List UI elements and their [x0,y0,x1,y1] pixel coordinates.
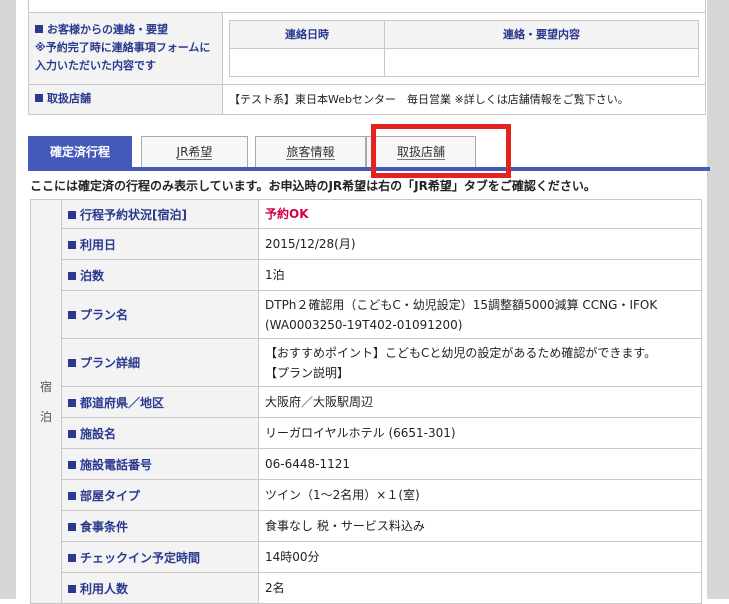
tab-traveler-info[interactable]: 旅客情報 [255,136,366,168]
right-gutter [707,0,729,599]
tab-confirmed-itinerary[interactable]: 確定済行程 [28,136,132,168]
facility-name: リーガロイヤルホテル (6651-301) [258,417,702,449]
detail-label: 利用日 [61,228,259,260]
contact-table: お客様からの連絡・要望 ※予約完了時に連絡事項フォームに 入力いただいた内容です… [28,0,706,115]
nights: 1泊 [258,259,702,291]
detail-label: 食事条件 [61,510,259,542]
detail-label: 部屋タイプ [61,479,259,511]
plan-detail: 【おすすめポイント】こどもCと幼児の設定があるため確認ができます。 【プラン説明】 [258,338,702,387]
detail-label: プラン名 [61,290,259,339]
left-gutter [0,0,16,599]
store-label: 取扱店舗 [28,83,223,115]
contact-label-line2: ※予約完了時に連絡事項フォームに [35,41,211,54]
detail-label: 施設名 [61,417,259,449]
plan-name: DTPh２確認用（こどもC・幼児設定）15調整額5000減算 CCNG・IFOK… [258,290,702,339]
contact-value-cell: 連絡日時 連絡・要望内容 [222,11,706,85]
tab-jr-request[interactable]: JR希望 [141,136,248,168]
detail-label: 都道府県／地区 [61,386,259,418]
checkin-time: 14時00分 [258,541,702,573]
bullet-square-icon [35,94,43,102]
detail-label: チェックイン予定時間 [61,541,259,573]
detail-label: 泊数 [61,259,259,291]
use-date: 2015/12/28(月) [258,228,702,260]
meal-condition: 食事なし 税・サービス料込み [258,510,702,542]
detail-label: 施設電話番号 [61,448,259,480]
detail-label: プラン詳細 [61,338,259,387]
contact-col-content: 連絡・要望内容 [384,19,699,49]
contact-label: お客様からの連絡・要望 ※予約完了時に連絡事項フォームに 入力いただいた内容です [28,11,223,85]
facility-phone: 06-6448-1121 [258,448,702,480]
prefecture-area: 大阪府／大阪駅周辺 [258,386,702,418]
contact-label-line1: お客様からの連絡・要望 [47,23,168,36]
contact-inner-table: 連絡日時 連絡・要望内容 [229,19,699,77]
contact-datetime-cell [229,47,385,77]
tab-underline [28,167,710,171]
category-cell: 宿泊 [30,199,62,604]
page: お客様からの連絡・要望 ※予約完了時に連絡事項フォームに 入力いただいた内容です… [0,0,729,604]
itinerary-table: 宿泊 行程予約状況[宿泊] 予約OK 利用日 2015/12/28(月) 泊数 … [30,199,702,604]
category-label: 宿泊 [39,379,52,424]
room-type: ツイン（1～2名用）×１(室) [258,479,702,511]
bullet-square-icon [35,25,43,33]
itinerary-note: ここには確定済の行程のみ表示しています。お申込時のJR希望は右の「JR希望」タブ… [30,179,596,193]
top-row-stub [28,0,706,13]
contact-col-datetime: 連絡日時 [229,19,385,49]
contact-label-line3: 入力いただいた内容です [35,59,156,72]
store-value: 【テスト系】東日本Webセンター 毎日営業 ※詳しくは店舗情報をご覧下さい。 [222,83,706,115]
detail-label: 行程予約状況[宿泊] [61,199,259,229]
reservation-status: 予約OK [258,199,702,229]
highlight-box [371,124,511,178]
contact-content-cell [384,47,699,77]
